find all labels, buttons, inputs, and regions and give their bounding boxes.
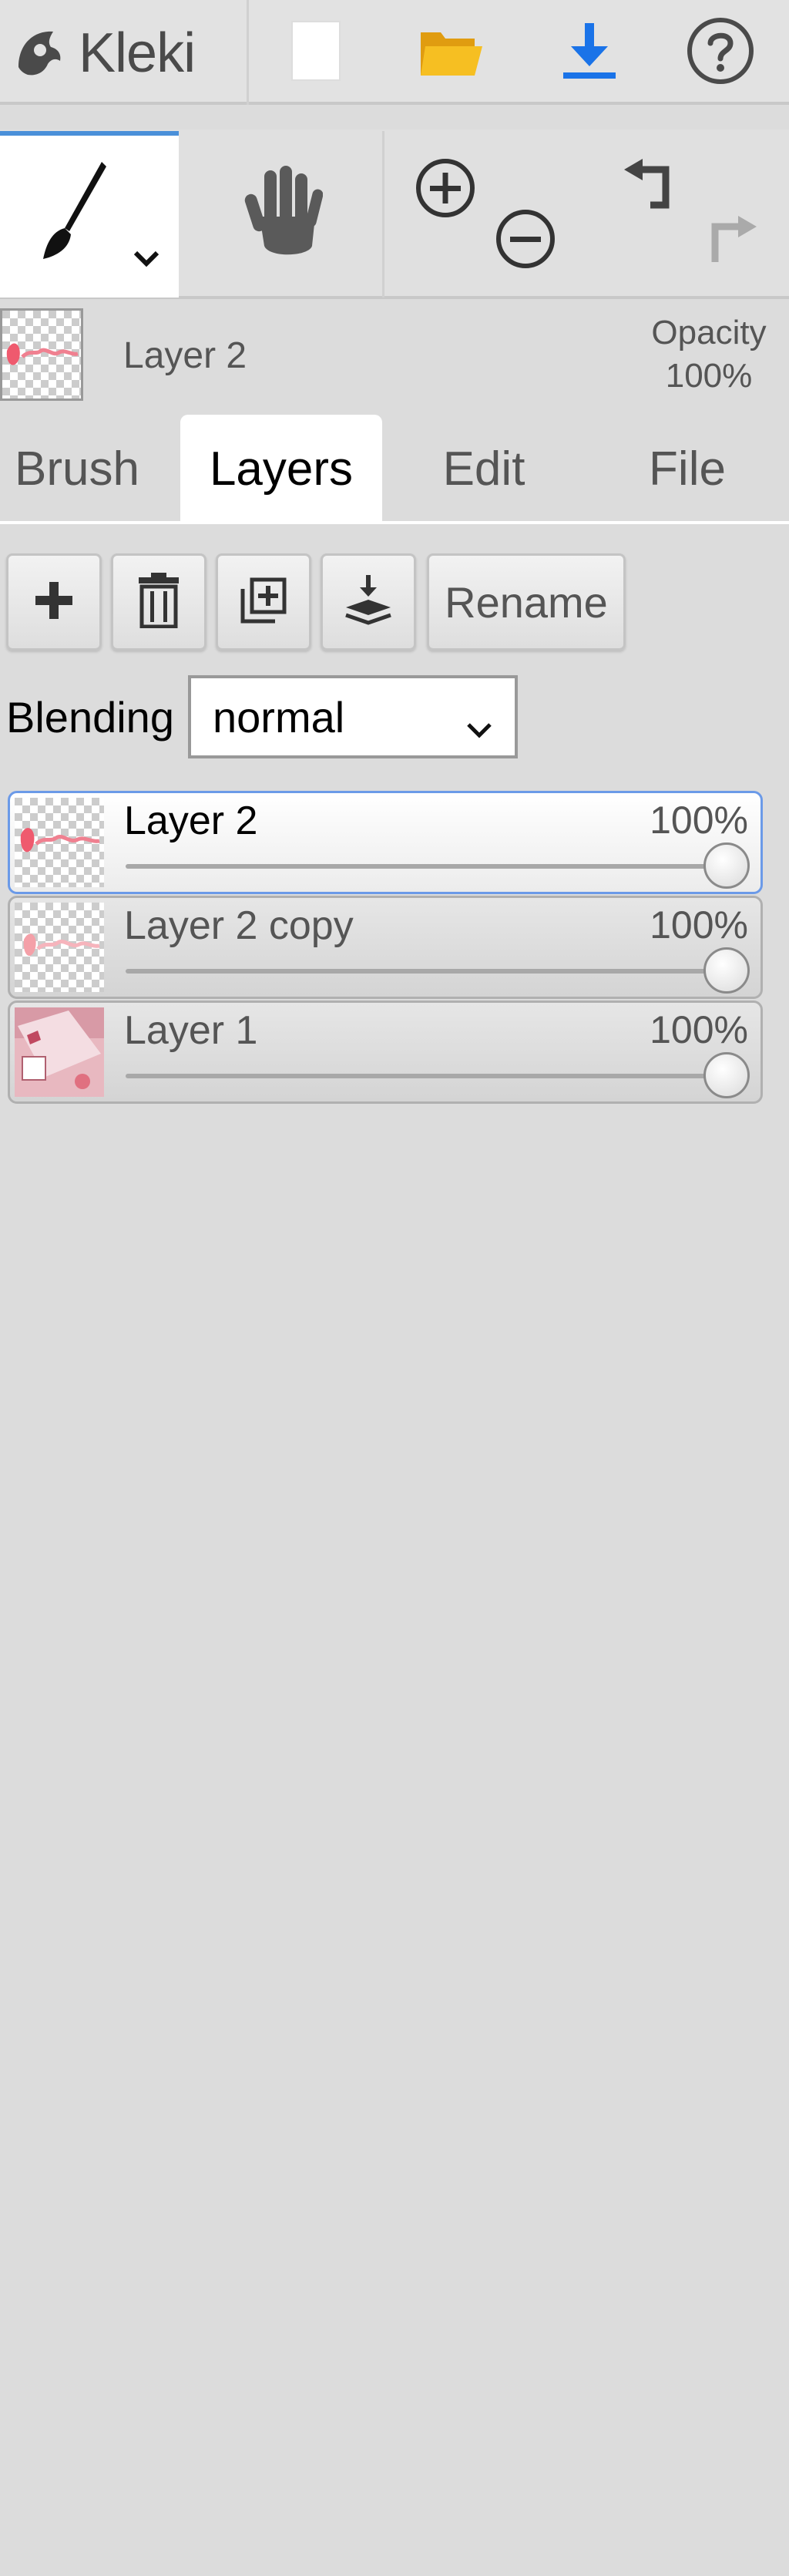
layer-opacity-slider[interactable]: [126, 1074, 727, 1078]
zoom-in-icon: [413, 156, 478, 224]
add-layer-button[interactable]: [6, 553, 102, 651]
layer-opacity-slider[interactable]: [126, 969, 727, 974]
opacity-label: Opacity: [651, 314, 767, 351]
layer-opacity-value: 100%: [650, 903, 748, 947]
help-icon: [685, 15, 756, 90]
hand-tool-button[interactable]: [179, 131, 382, 298]
new-file-icon: [289, 18, 343, 87]
delete-layer-button[interactable]: [111, 553, 206, 651]
layer-opacity-slider-handle[interactable]: [703, 947, 750, 994]
layer-opacity-value: 100%: [650, 799, 748, 842]
duplicate-layer-button[interactable]: [216, 553, 311, 651]
opacity-value: 100%: [665, 357, 753, 395]
zoom-in-button[interactable]: [408, 153, 482, 227]
active-layer-opacity: Opacity 100%: [632, 311, 786, 398]
layer-thumbnail: [15, 903, 104, 992]
toolbar-divider: [382, 131, 384, 298]
redo-icon: [700, 208, 761, 274]
tab-brush[interactable]: Brush: [0, 415, 154, 523]
delete-layer-icon: [136, 572, 182, 632]
download-button[interactable]: [547, 11, 632, 94]
help-button[interactable]: [678, 11, 763, 94]
chevron-down-icon[interactable]: [131, 248, 162, 274]
tab-edit[interactable]: Edit: [393, 415, 575, 523]
layer-row-layer-1[interactable]: Layer 1 100%: [8, 1000, 763, 1104]
layer-row-layer-2[interactable]: Layer 2 100%: [8, 791, 763, 894]
active-layer-thumbnail[interactable]: [0, 308, 83, 401]
hand-icon: [238, 163, 324, 267]
open-folder-icon: [418, 22, 484, 84]
zoom-out-button[interactable]: [489, 203, 562, 277]
kleki-logo-icon: [11, 21, 72, 86]
layer-opacity-slider-handle[interactable]: [703, 842, 750, 889]
tab-layers[interactable]: Layers: [180, 415, 382, 523]
tab-bar: Brush Layers Edit File: [0, 415, 789, 524]
rename-layer-button[interactable]: Rename: [427, 553, 626, 651]
download-icon: [560, 20, 619, 86]
tab-file[interactable]: File: [593, 415, 781, 523]
zoom-out-icon: [493, 207, 558, 275]
layer-row-layer-2-copy[interactable]: Layer 2 copy 100%: [8, 896, 763, 999]
add-layer-icon: [32, 579, 76, 626]
layer-opacity-slider-handle[interactable]: [703, 1052, 750, 1098]
brush-icon: [35, 157, 112, 269]
layer-thumbnail: [15, 798, 104, 887]
app-name: Kleki: [79, 22, 196, 84]
undo-icon: [619, 157, 681, 223]
active-layer-name: Layer 2: [123, 335, 247, 376]
layer-name: Layer 2: [124, 799, 258, 843]
merge-down-icon: [343, 573, 394, 631]
layer-name: Layer 2 copy: [124, 903, 354, 948]
redo-button[interactable]: [693, 203, 767, 277]
layer-opacity-value: 100%: [650, 1008, 748, 1051]
merge-down-button[interactable]: [321, 553, 416, 651]
blending-value: normal: [213, 692, 345, 742]
chevron-down-icon: [465, 701, 493, 752]
layer-thumbnail: [15, 1007, 104, 1097]
new-file-button[interactable]: [277, 11, 354, 94]
duplicate-layer-icon: [238, 575, 289, 630]
app-logo[interactable]: Kleki: [11, 11, 242, 96]
undo-button[interactable]: [613, 153, 687, 227]
blending-label: Blending: [6, 693, 174, 742]
blending-select[interactable]: normal: [188, 675, 518, 758]
layer-name: Layer 1: [124, 1008, 258, 1053]
open-file-button[interactable]: [408, 11, 493, 94]
toolbar-divider: [247, 0, 249, 105]
brush-tool-button[interactable]: [0, 131, 179, 298]
layer-opacity-slider[interactable]: [126, 864, 727, 869]
